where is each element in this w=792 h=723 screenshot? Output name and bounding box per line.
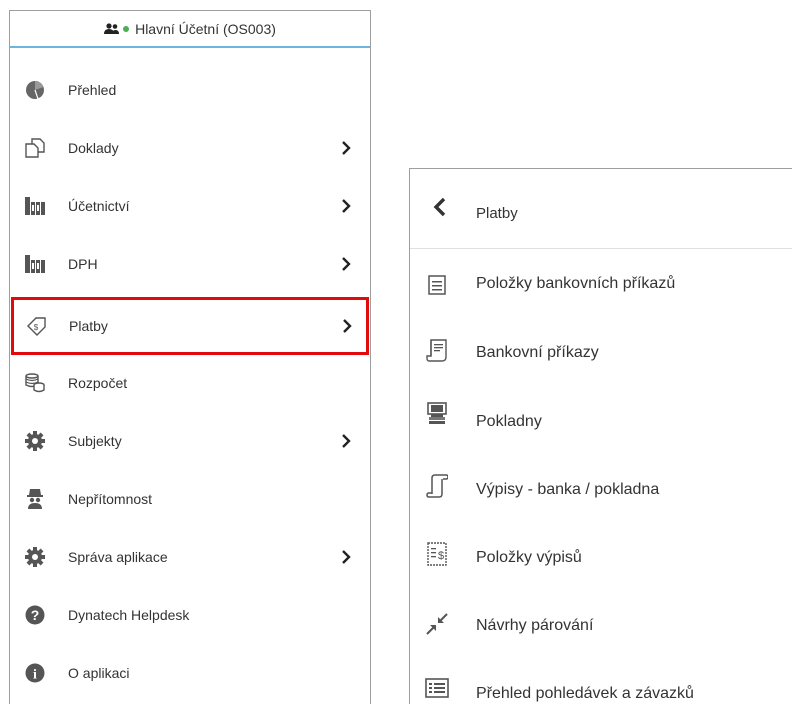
pie-chart-icon (24, 79, 46, 101)
list-box-icon (424, 675, 450, 701)
submenu-item-label: Přehled pohledávek a závazků (476, 685, 694, 702)
menu-item-sprava-aplikace[interactable]: Správa aplikace (10, 528, 370, 586)
main-menu-panel: Hlavní Účetní (OS003) Přehled Doklady Úč… (9, 10, 371, 704)
submenu-item-label: Výpisy - banka / pokladna (476, 481, 660, 498)
gear-icon (24, 430, 46, 452)
payment-tag-icon: $ (25, 315, 47, 337)
menu-item-label: Přehled (68, 82, 117, 98)
menu-item-ucetnictvi[interactable]: Účetnictví (10, 177, 370, 235)
menu-item-helpdesk[interactable]: ? Dynatech Helpdesk (10, 586, 370, 644)
submenu-item-label: Položky bankovních příkazů (476, 275, 676, 292)
user-name: Hlavní Účetní (OS003) (135, 20, 276, 37)
ledger-books-icon (24, 195, 46, 217)
gear-icon (24, 546, 46, 568)
submenu-item-label: Pokladny (476, 413, 542, 430)
menu-item-label: Rozpočet (68, 375, 128, 391)
statement-dollar-icon: $ (424, 541, 450, 567)
svg-text:$: $ (438, 550, 444, 562)
cash-register-icon (424, 401, 450, 427)
menu-item-label: Správa aplikace (68, 549, 168, 565)
receipt-icon (424, 338, 450, 364)
submenu-item-prehled-pohledavek[interactable]: Přehled pohledávek a závazků (410, 663, 792, 723)
coins-stack-icon (24, 372, 46, 394)
chevron-right-icon (340, 199, 352, 213)
submenu-panel: Platby Položky bankovních příkazů Bankov… (409, 168, 792, 704)
menu-item-platby[interactable]: $ Platby (11, 297, 369, 355)
menu-item-dph[interactable]: DPH (10, 235, 370, 293)
chevron-right-icon (341, 319, 353, 333)
menu-item-label: Účetnictví (68, 198, 130, 214)
submenu-item-polozky-bankovnich-prikazu[interactable]: Položky bankovních příkazů (410, 255, 792, 315)
incognito-icon (24, 488, 46, 510)
menu-item-rozpocet[interactable]: Rozpočet (10, 354, 370, 412)
submenu-item-bankovni-prikazy[interactable]: Bankovní příkazy (410, 323, 792, 383)
svg-text:i: i (33, 668, 37, 683)
menu-item-label: Doklady (68, 140, 119, 156)
menu-item-prehled[interactable]: Přehled (10, 61, 370, 119)
chevron-right-icon (340, 550, 352, 564)
user-header[interactable]: Hlavní Účetní (OS003) (10, 11, 370, 48)
svg-text:?: ? (31, 607, 40, 623)
chevron-right-icon (340, 141, 352, 155)
svg-text:$: $ (34, 323, 39, 332)
menu-item-doklady[interactable]: Doklady (10, 119, 370, 177)
submenu-item-pokladny[interactable]: Pokladny (410, 391, 792, 451)
question-circle-icon: ? (24, 604, 46, 626)
info-circle-icon: i (24, 662, 46, 684)
menu-item-nepritomnost[interactable]: Nepřítomnost (10, 470, 370, 528)
submenu-item-vypisy[interactable]: Výpisy - banka / pokladna (410, 459, 792, 519)
menu-item-label: Subjekty (68, 433, 122, 449)
menu-item-label: Platby (69, 318, 108, 334)
chevron-left-icon[interactable] (432, 197, 448, 217)
submenu-item-polozky-vypisu[interactable]: $ Položky výpisů (410, 527, 792, 587)
ledger-books-icon (24, 253, 46, 275)
menu-item-label: Dynatech Helpdesk (68, 607, 190, 623)
menu-item-label: Nepřítomnost (68, 491, 153, 507)
menu-item-o-aplikaci[interactable]: i O aplikaci (10, 644, 370, 702)
menu-item-label: O aplikaci (68, 665, 130, 681)
chevron-right-icon (340, 434, 352, 448)
chevron-right-icon (340, 257, 352, 271)
users-icon (104, 22, 130, 35)
documents-icon (24, 137, 46, 159)
submenu-item-label: Položky výpisů (476, 549, 582, 566)
list-doc-icon (424, 272, 450, 298)
scroll-icon (424, 473, 450, 499)
submenu-item-label: Návrhy párování (476, 617, 594, 634)
submenu-title: Platby (476, 205, 518, 222)
menu-item-subjekty[interactable]: Subjekty (10, 412, 370, 470)
submenu-header: Platby (410, 169, 792, 249)
compress-arrows-icon (424, 611, 450, 637)
submenu-item-label: Bankovní příkazy (476, 344, 599, 361)
submenu-item-navrhy-parovani[interactable]: Návrhy párování (410, 595, 792, 655)
online-status-dot (123, 25, 130, 32)
menu-item-label: DPH (68, 256, 98, 272)
